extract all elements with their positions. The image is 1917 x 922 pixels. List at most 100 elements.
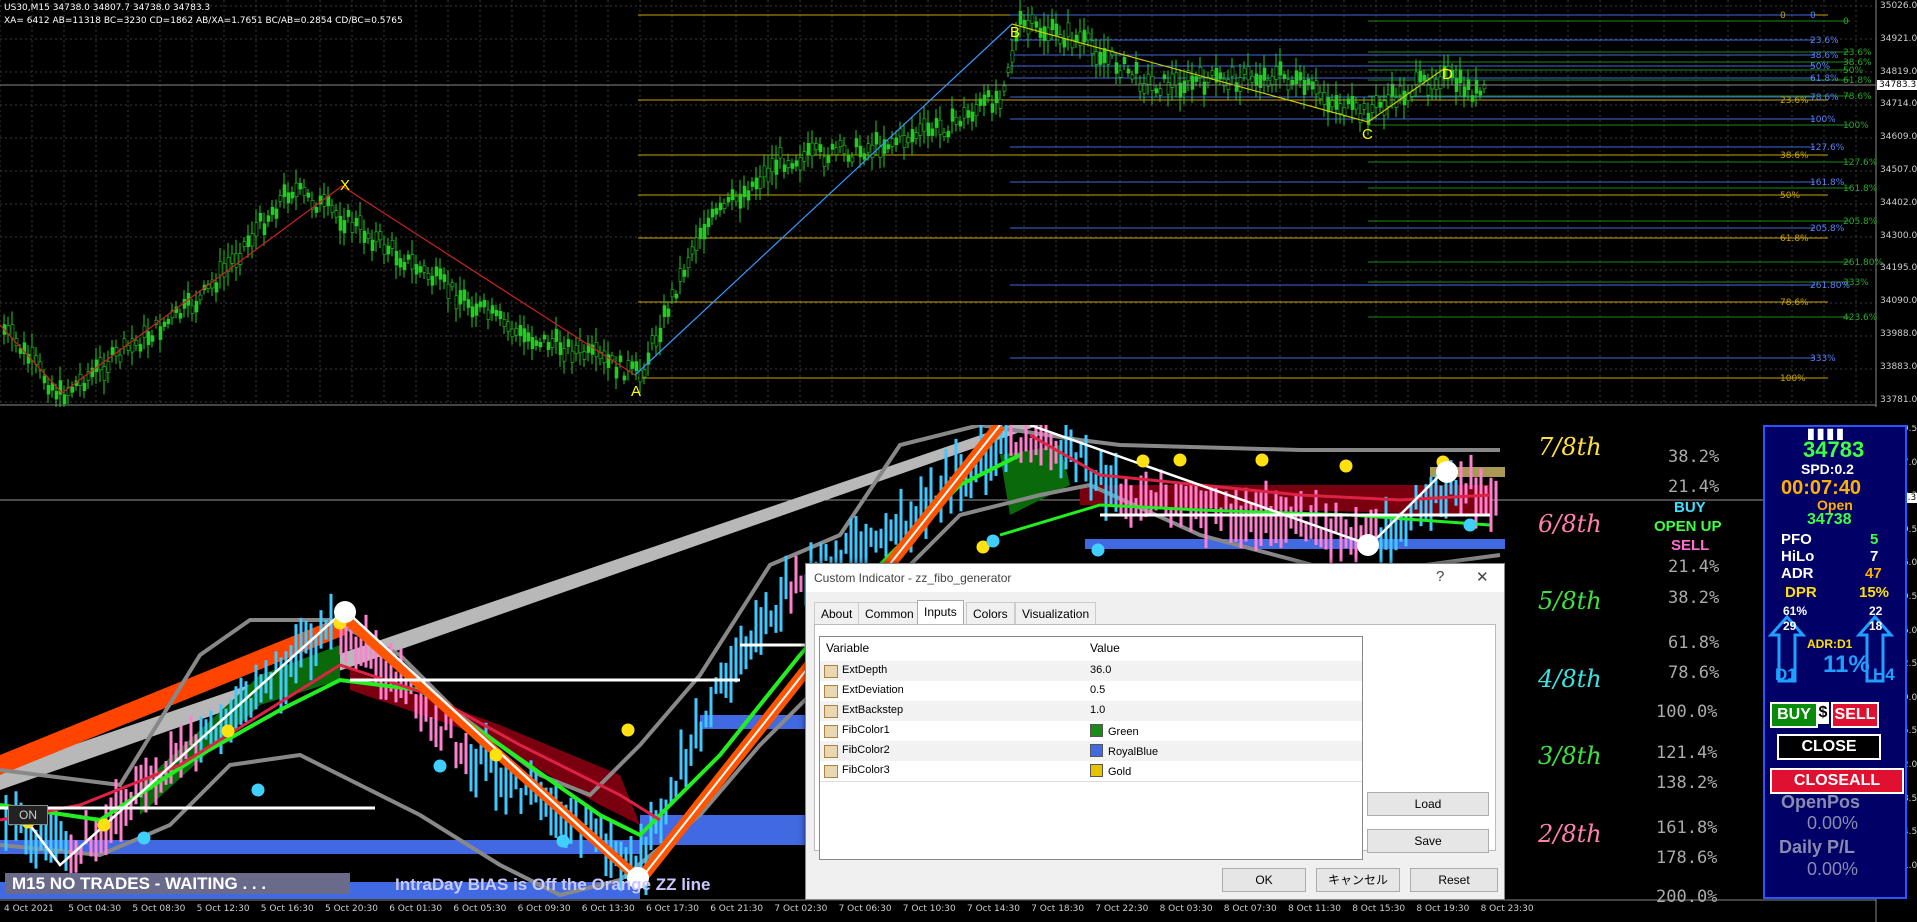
tab-colors[interactable]: Colors bbox=[966, 602, 1015, 625]
candle-body bbox=[1246, 66, 1251, 81]
candle-body bbox=[982, 94, 987, 106]
input-row[interactable]: FibColor2 RoyalBlue bbox=[820, 741, 1362, 762]
panel-spread: SPD:0.2 bbox=[1801, 461, 1854, 477]
candle-body bbox=[942, 131, 947, 137]
help-button[interactable]: ? bbox=[1436, 568, 1444, 585]
level-5-8: 5/8th bbox=[1538, 587, 1602, 615]
input-row[interactable]: FibColor3 Gold bbox=[820, 761, 1362, 782]
candle-body bbox=[330, 205, 335, 213]
candle-body bbox=[1282, 74, 1287, 80]
value-text: Green bbox=[1108, 726, 1139, 738]
candle-body bbox=[1270, 75, 1275, 85]
close-icon[interactable]: ✕ bbox=[1476, 568, 1489, 586]
variable-value[interactable]: 36.0 bbox=[1090, 664, 1111, 676]
pct-label: 78.6% bbox=[1668, 663, 1720, 683]
candle-body bbox=[1218, 72, 1223, 80]
candle-body bbox=[786, 160, 791, 168]
time-label: 8 Oct 15:30 bbox=[1352, 904, 1406, 914]
candle-body bbox=[582, 351, 587, 360]
sell-button[interactable]: SELL bbox=[1831, 702, 1879, 728]
input-row[interactable]: FibColor1 Green bbox=[820, 721, 1362, 742]
price-label: 34402.0 bbox=[1880, 197, 1917, 208]
price-label: 34714.0 bbox=[1880, 99, 1917, 110]
candle-body bbox=[874, 132, 879, 145]
candle-body bbox=[810, 142, 815, 157]
input-row[interactable]: ExtDeviation 0.5 bbox=[820, 681, 1362, 702]
candle-body bbox=[862, 153, 867, 160]
candle-body bbox=[746, 190, 751, 201]
tab-common[interactable]: Common bbox=[858, 602, 921, 625]
swing-low-dot bbox=[1463, 518, 1477, 532]
candle-body bbox=[750, 181, 755, 187]
candle-body bbox=[314, 207, 319, 213]
top-chart[interactable]: US30,M15 34738.0 34807.7 34738.0 34783.3… bbox=[0, 0, 1917, 407]
candle-body bbox=[678, 268, 683, 282]
candle-body bbox=[1002, 85, 1007, 92]
tab-inputs[interactable]: Inputs bbox=[917, 600, 964, 626]
bias-buy: BUY bbox=[1674, 499, 1706, 516]
candle-body bbox=[294, 182, 299, 197]
cancel-button[interactable]: キャンセル bbox=[1316, 868, 1400, 892]
variable-value[interactable]: Green bbox=[1090, 724, 1139, 738]
candle-body bbox=[554, 328, 559, 342]
candle-body bbox=[1018, 10, 1023, 25]
variable-icon bbox=[824, 745, 838, 758]
candle-body bbox=[410, 254, 415, 270]
close-button[interactable]: CLOSE bbox=[1777, 734, 1881, 760]
candle-body bbox=[650, 335, 655, 344]
variable-name: ExtBackstep bbox=[842, 704, 904, 716]
candle-body bbox=[62, 394, 67, 405]
candle-body bbox=[82, 382, 87, 391]
candle-body bbox=[1126, 68, 1131, 74]
variable-value[interactable]: RoyalBlue bbox=[1090, 744, 1158, 758]
ok-button[interactable]: OK bbox=[1222, 868, 1306, 892]
candle-body bbox=[978, 98, 983, 106]
level-7-8: 7/8th bbox=[1538, 433, 1602, 461]
value-text: Gold bbox=[1108, 766, 1132, 778]
candle-body bbox=[1190, 75, 1195, 90]
candle-body bbox=[494, 309, 499, 317]
candle-body bbox=[506, 321, 511, 332]
candle-body bbox=[1458, 69, 1463, 84]
input-row[interactable]: ExtDepth 36.0 bbox=[820, 661, 1362, 682]
candle-body bbox=[818, 144, 823, 153]
candle-body bbox=[166, 318, 171, 325]
candle-body bbox=[1026, 20, 1031, 35]
tab-visualization[interactable]: Visualization bbox=[1015, 602, 1097, 625]
candle-body bbox=[514, 328, 519, 336]
pct-label: 178.6% bbox=[1656, 848, 1718, 868]
tab-about[interactable]: About bbox=[814, 602, 860, 625]
candle-body bbox=[270, 206, 275, 215]
candle-body bbox=[446, 283, 451, 299]
candle-body bbox=[574, 345, 579, 354]
save-button[interactable]: Save bbox=[1367, 829, 1489, 853]
candle-body bbox=[946, 130, 951, 138]
time-label: 6 Oct 21:30 bbox=[710, 904, 764, 914]
lot-field[interactable]: $ bbox=[1817, 702, 1829, 724]
candle-body bbox=[1366, 112, 1371, 125]
candle-body bbox=[194, 300, 199, 313]
time-label: 8 Oct 11:30 bbox=[1288, 904, 1341, 914]
load-button[interactable]: Load bbox=[1367, 792, 1489, 816]
candle-body bbox=[278, 195, 283, 202]
value-text: RoyalBlue bbox=[1108, 746, 1159, 758]
candle-body bbox=[454, 295, 459, 310]
variable-value[interactable]: 0.5 bbox=[1090, 684, 1105, 696]
candle-body bbox=[382, 244, 387, 255]
variable-value[interactable]: Gold bbox=[1090, 764, 1131, 778]
reset-button[interactable]: Reset bbox=[1410, 868, 1498, 892]
on-toggle-button[interactable]: ON bbox=[8, 805, 48, 825]
point-x-label: X bbox=[340, 177, 351, 194]
candle-body bbox=[350, 221, 355, 233]
candle-body bbox=[798, 157, 803, 171]
candle-body bbox=[846, 154, 851, 162]
time-label: 7 Oct 10:30 bbox=[902, 904, 956, 914]
close-all-button[interactable]: CLOSEALL bbox=[1770, 768, 1904, 794]
variable-value[interactable]: 1.0 bbox=[1090, 704, 1105, 716]
candle-body bbox=[538, 341, 543, 348]
input-row[interactable]: ExtBackstep 1.0 bbox=[820, 701, 1362, 722]
candle-body bbox=[550, 338, 555, 348]
candle-body bbox=[930, 128, 935, 136]
buy-button[interactable]: BUY bbox=[1770, 702, 1818, 728]
candle-body bbox=[394, 250, 399, 266]
